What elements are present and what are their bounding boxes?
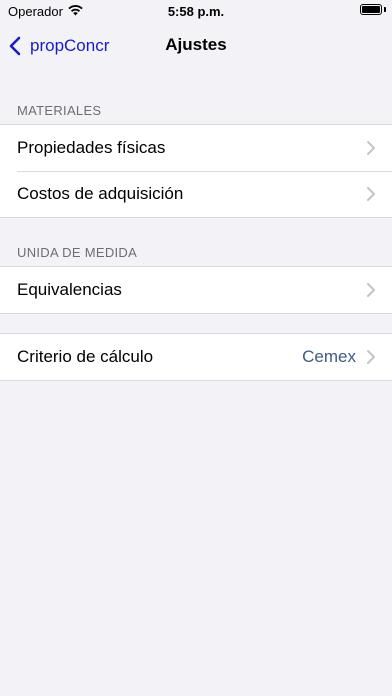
page-title: Ajustes [165, 35, 227, 54]
battery-icon [360, 4, 382, 15]
chevron-right-icon [367, 187, 375, 201]
row-criterio-calculo[interactable]: Criterio de cálculo Cemex [0, 334, 392, 380]
navigation-bar: propConcr Ajustes [0, 24, 392, 68]
status-bar: Operador 5:58 p.m. [0, 0, 392, 24]
row-equivalencias[interactable]: Equivalencias [0, 267, 392, 313]
chevron-right-icon [367, 141, 375, 155]
chevron-right-icon [367, 283, 375, 297]
group-calculo: Criterio de cálculo Cemex [0, 333, 392, 381]
row-label: Equivalencias [17, 280, 122, 299]
battery-cap [384, 7, 386, 12]
group-materiales: Propiedades físicas Costos de adquisició… [0, 124, 392, 218]
section-header-unidad-medida: UNIDA DE MEDIDA [17, 245, 138, 260]
section-header-materiales: MATERIALES [17, 103, 102, 118]
row-label: Criterio de cálculo [17, 347, 154, 366]
row-label: Propiedades físicas [17, 138, 166, 157]
row-label: Costos de adquisición [17, 184, 184, 203]
row-costos-adquisicion[interactable]: Costos de adquisición [0, 171, 392, 217]
chevron-right-icon [367, 350, 375, 364]
group-unidad-medida: Equivalencias [0, 266, 392, 314]
row-propiedades-fisicas[interactable]: Propiedades físicas [0, 125, 392, 171]
row-value: Cemex [302, 347, 356, 366]
clock: 5:58 p.m. [167, 4, 225, 19]
